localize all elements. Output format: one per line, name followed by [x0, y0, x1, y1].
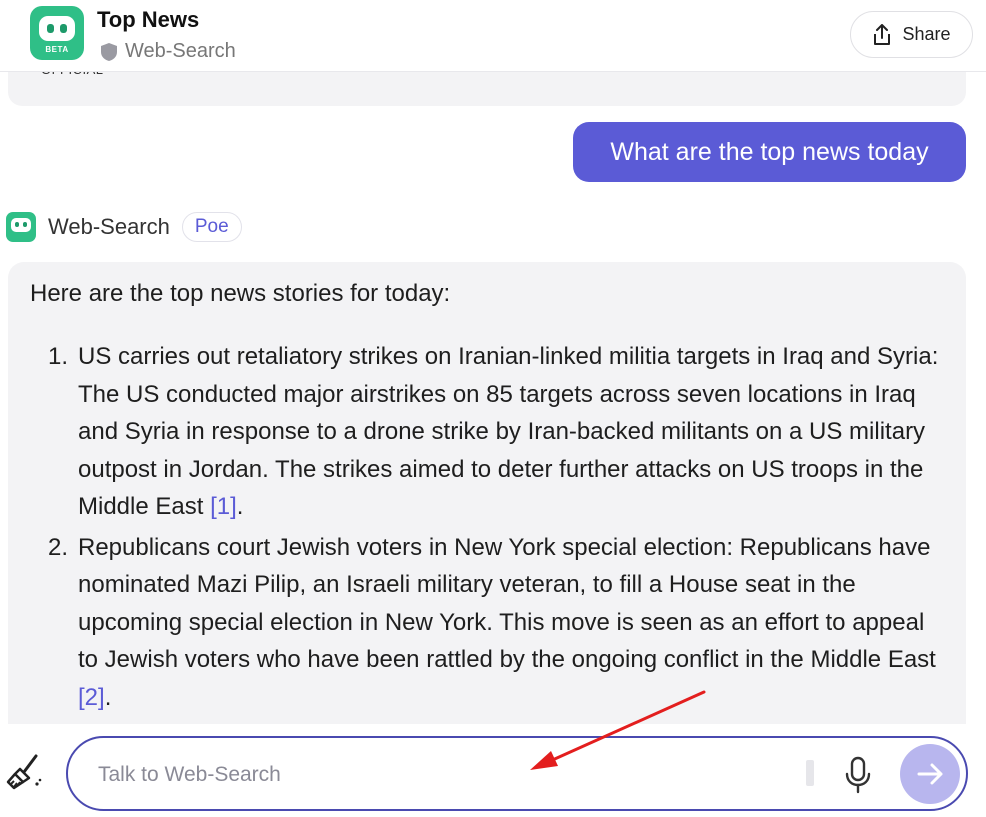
message-input[interactable] [98, 758, 778, 792]
list-item-text: US carries out retaliatory strikes on Ir… [78, 343, 939, 520]
bot-answer-bubble: Here are the top news stories for today:… [8, 262, 966, 724]
shield-icon [101, 42, 117, 61]
list-item: 2. Republicans court Jewish voters in Ne… [48, 533, 936, 711]
bot-avatar[interactable]: BETA [30, 6, 84, 60]
bot-mini-avatar[interactable] [6, 212, 36, 242]
composer-divider [806, 760, 814, 786]
answer-intro: Here are the top news stories for today: [30, 280, 451, 307]
beta-badge: BETA [45, 45, 69, 54]
subtitle-label: Web-Search [125, 40, 236, 62]
broom-icon[interactable] [4, 752, 44, 792]
list-item: 1. US carries out retaliatory strikes on… [48, 343, 939, 520]
news-list: 1. US carries out retaliatory strikes on… [48, 338, 943, 719]
send-arrow-icon [917, 763, 943, 785]
chat-title[interactable]: Top News [97, 7, 199, 33]
bot-name[interactable]: Web-Search [48, 214, 170, 240]
share-label: Share [902, 24, 951, 44]
citation-link[interactable]: [1] [210, 493, 237, 520]
share-icon [874, 23, 891, 45]
chat-header: BETA Top News Web-Search Share [0, 0, 986, 72]
list-item-text: Republicans court Jewish voters in New Y… [78, 533, 936, 674]
poe-badge: Poe [181, 212, 242, 242]
share-button[interactable]: Share [850, 11, 973, 58]
message-composer [66, 736, 968, 811]
bot-message-header: Web-Search Poe [6, 212, 242, 242]
citation-link[interactable]: [2] [78, 684, 105, 711]
send-button[interactable] [900, 744, 960, 804]
user-message-bubble: What are the top news today [573, 122, 966, 182]
chat-subtitle[interactable]: Web-Search [101, 40, 236, 63]
microphone-icon[interactable] [844, 756, 872, 794]
